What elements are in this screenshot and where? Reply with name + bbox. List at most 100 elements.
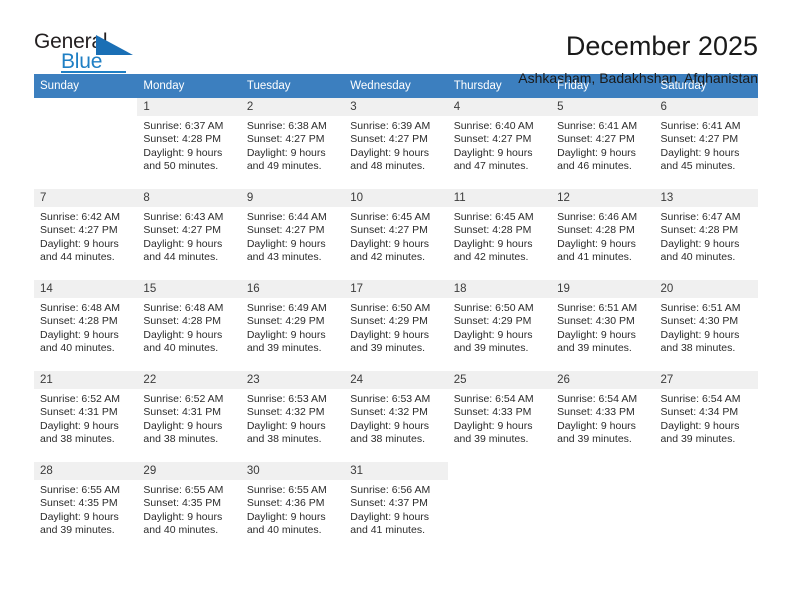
calendar-day-cell[interactable]: 30 Sunrise: 6:55 AM Sunset: 4:36 PM Dayligh… bbox=[240, 461, 345, 553]
day-sunrise-text: Sunrise: 6:48 AM bbox=[40, 302, 120, 314]
calendar-day-cell[interactable]: 19 Sunrise: 6:51 AM Sunset: 4:30 PM Dayligh… bbox=[551, 279, 655, 371]
calendar-day-cell[interactable]: 22 Sunrise: 6:52 AM Sunset: 4:31 PM Dayligh… bbox=[137, 370, 241, 462]
calendar-day-cell[interactable]: 9 Sunrise: 6:44 AM Sunset: 4:27 PM Daylight… bbox=[240, 188, 345, 280]
day-number: 9 bbox=[240, 189, 345, 207]
calendar-page: General Blue December 2025 Ashkasham, Ba… bbox=[0, 0, 792, 612]
day-daylight1-text: Daylight: 9 hours bbox=[350, 237, 430, 250]
calendar-day-cell[interactable]: 31 Sunrise: 6:56 AM Sunset: 4:37 PM Dayligh… bbox=[344, 461, 448, 553]
day-info: Sunrise: 6:51 AM Sunset: 4:30 PM Daylight:… bbox=[655, 298, 758, 356]
day-info: Sunrise: 6:52 AM Sunset: 4:31 PM Daylight:… bbox=[137, 389, 240, 447]
day-daylight1-text: Daylight: 9 hours bbox=[557, 237, 636, 250]
weekday-header-sunday: Sunday bbox=[34, 74, 138, 98]
day-number: 10 bbox=[344, 189, 448, 207]
calendar-day-cell[interactable]: 6 Sunrise: 6:41 AM Sunset: 4:27 PM Daylight… bbox=[654, 98, 758, 189]
calendar-day-cell[interactable]: 1 Sunrise: 6:37 AM Sunset: 4:28 PM Daylight… bbox=[137, 98, 241, 189]
day-daylight2-text: and 43 minutes. bbox=[246, 251, 322, 264]
day-daylight2-text: and 40 minutes. bbox=[143, 524, 219, 537]
day-daylight2-text: and 41 minutes. bbox=[557, 251, 632, 264]
calendar-day-cell[interactable]: 14 Sunrise: 6:48 AM Sunset: 4:28 PM Dayligh… bbox=[34, 279, 138, 371]
day-cell-inner: 27 Sunrise: 6:54 AM Sunset: 4:34 PM Dayligh… bbox=[654, 371, 758, 461]
day-sunset-text: Sunset: 4:33 PM bbox=[557, 406, 635, 419]
calendar-day-cell[interactable]: 29 Sunrise: 6:55 AM Sunset: 4:35 PM Dayligh… bbox=[137, 461, 241, 553]
day-cell-inner: 23 Sunrise: 6:53 AM Sunset: 4:32 PM Dayligh… bbox=[240, 371, 345, 461]
day-info: Sunrise: 6:50 AM Sunset: 4:29 PM Daylight:… bbox=[448, 298, 551, 356]
day-daylight2-text: and 42 minutes. bbox=[350, 251, 425, 264]
calendar-day-cell[interactable]: 15 Sunrise: 6:48 AM Sunset: 4:28 PM Dayligh… bbox=[137, 279, 241, 371]
calendar-day-cell[interactable]: 8 Sunrise: 6:43 AM Sunset: 4:27 PM Daylight… bbox=[137, 188, 241, 280]
day-info: Sunrise: 6:56 AM Sunset: 4:37 PM Daylight:… bbox=[344, 480, 447, 538]
day-sunset-text: Sunset: 4:28 PM bbox=[143, 133, 222, 146]
calendar-day-cell[interactable]: 24 Sunrise: 6:53 AM Sunset: 4:32 PM Dayligh… bbox=[344, 370, 448, 462]
day-sunset-text: Sunset: 4:35 PM bbox=[143, 497, 222, 510]
day-info: Sunrise: 6:54 AM Sunset: 4:33 PM Daylight:… bbox=[448, 389, 551, 447]
day-daylight2-text: and 39 minutes. bbox=[40, 524, 115, 537]
day-sunset-text: Sunset: 4:29 PM bbox=[350, 315, 428, 328]
day-number: 28 bbox=[34, 462, 138, 480]
day-number: 17 bbox=[344, 280, 448, 298]
calendar-day-cell[interactable]: 5 Sunrise: 6:41 AM Sunset: 4:27 PM Daylight… bbox=[551, 98, 655, 189]
day-sunset-text: Sunset: 4:27 PM bbox=[246, 224, 325, 237]
calendar-day-cell[interactable]: 21 Sunrise: 6:52 AM Sunset: 4:31 PM Dayligh… bbox=[34, 370, 138, 462]
calendar-day-cell[interactable]: 3 Sunrise: 6:39 AM Sunset: 4:27 PM Daylight… bbox=[344, 98, 448, 189]
calendar-day-cell[interactable]: 17 Sunrise: 6:50 AM Sunset: 4:29 PM Dayligh… bbox=[344, 279, 448, 371]
day-cell-inner: 30 Sunrise: 6:55 AM Sunset: 4:36 PM Dayligh… bbox=[240, 462, 345, 552]
calendar-day-cell[interactable]: 11 Sunrise: 6:45 AM Sunset: 4:28 PM Dayligh… bbox=[447, 188, 552, 280]
calendar-day-cell[interactable]: 26 Sunrise: 6:54 AM Sunset: 4:33 PM Dayligh… bbox=[551, 370, 655, 462]
day-sunrise-text: Sunrise: 6:52 AM bbox=[40, 393, 120, 405]
calendar-day-cell[interactable]: 16 Sunrise: 6:49 AM Sunset: 4:29 PM Dayligh… bbox=[240, 279, 345, 371]
day-cell-inner: 29 Sunrise: 6:55 AM Sunset: 4:35 PM Dayligh… bbox=[137, 462, 241, 552]
day-info: Sunrise: 6:54 AM Sunset: 4:33 PM Daylight:… bbox=[551, 389, 654, 447]
day-sunrise-text: Sunrise: 6:46 AM bbox=[557, 211, 638, 223]
day-sunset-text: Sunset: 4:35 PM bbox=[40, 497, 118, 510]
day-daylight2-text: and 44 minutes. bbox=[143, 251, 219, 264]
calendar-day-cell-empty bbox=[34, 98, 138, 189]
day-daylight1-text: Daylight: 9 hours bbox=[453, 146, 533, 159]
calendar-day-cell[interactable]: 27 Sunrise: 6:54 AM Sunset: 4:34 PM Dayligh… bbox=[654, 370, 758, 462]
day-daylight2-text: and 39 minutes. bbox=[557, 342, 632, 355]
day-info: Sunrise: 6:46 AM Sunset: 4:28 PM Daylight:… bbox=[551, 207, 654, 265]
day-daylight1-text: Daylight: 9 hours bbox=[350, 419, 430, 432]
day-cell-inner: 31 Sunrise: 6:56 AM Sunset: 4:37 PM Dayligh… bbox=[344, 462, 448, 552]
day-daylight1-text: Daylight: 9 hours bbox=[660, 419, 740, 432]
day-info: Sunrise: 6:43 AM Sunset: 4:27 PM Daylight:… bbox=[137, 207, 240, 265]
day-daylight1-text: Daylight: 9 hours bbox=[660, 237, 740, 250]
calendar-day-cell[interactable]: 2 Sunrise: 6:38 AM Sunset: 4:27 PM Daylight… bbox=[240, 98, 345, 189]
calendar-day-cell[interactable]: 4 Sunrise: 6:40 AM Sunset: 4:27 PM Daylight… bbox=[447, 98, 552, 189]
day-sunset-text: Sunset: 4:29 PM bbox=[246, 315, 325, 328]
calendar-day-cell[interactable]: 13 Sunrise: 6:47 AM Sunset: 4:28 PM Dayligh… bbox=[654, 188, 758, 280]
day-daylight1-text: Daylight: 9 hours bbox=[453, 419, 533, 432]
page-subtitle: Ashkasham, Badakhshan, Afghanistan bbox=[518, 70, 758, 86]
calendar-week-row: 21 Sunrise: 6:52 AM Sunset: 4:31 PM Dayligh… bbox=[34, 370, 758, 462]
day-cell-inner: 2 Sunrise: 6:38 AM Sunset: 4:27 PM Daylight… bbox=[240, 98, 345, 188]
day-sunset-text: Sunset: 4:28 PM bbox=[143, 315, 222, 328]
day-number: 30 bbox=[240, 462, 345, 480]
day-number: 6 bbox=[654, 98, 758, 116]
day-number: 26 bbox=[551, 371, 655, 389]
day-cell-inner: 28 Sunrise: 6:55 AM Sunset: 4:35 PM Dayligh… bbox=[34, 462, 138, 552]
day-sunset-text: Sunset: 4:27 PM bbox=[143, 224, 222, 237]
day-daylight1-text: Daylight: 9 hours bbox=[246, 419, 326, 432]
calendar-day-cell[interactable]: 12 Sunrise: 6:46 AM Sunset: 4:28 PM Dayligh… bbox=[551, 188, 655, 280]
calendar-day-cell[interactable]: 23 Sunrise: 6:53 AM Sunset: 4:32 PM Dayligh… bbox=[240, 370, 345, 462]
day-daylight2-text: and 40 minutes. bbox=[246, 524, 322, 537]
day-sunrise-text: Sunrise: 6:54 AM bbox=[660, 393, 741, 405]
calendar-day-cell[interactable]: 20 Sunrise: 6:51 AM Sunset: 4:30 PM Dayligh… bbox=[654, 279, 758, 371]
day-number: 27 bbox=[654, 371, 758, 389]
day-daylight1-text: Daylight: 9 hours bbox=[143, 146, 223, 159]
calendar-day-cell[interactable]: 25 Sunrise: 6:54 AM Sunset: 4:33 PM Dayligh… bbox=[447, 370, 552, 462]
calendar-day-cell[interactable]: 18 Sunrise: 6:50 AM Sunset: 4:29 PM Dayligh… bbox=[447, 279, 552, 371]
day-sunset-text: Sunset: 4:27 PM bbox=[453, 133, 532, 146]
weekday-header-wednesday: Wednesday bbox=[344, 74, 448, 98]
day-sunset-text: Sunset: 4:28 PM bbox=[660, 224, 739, 237]
day-sunset-text: Sunset: 4:28 PM bbox=[40, 315, 118, 328]
calendar-day-cell[interactable]: 10 Sunrise: 6:45 AM Sunset: 4:27 PM Dayligh… bbox=[344, 188, 448, 280]
day-info: Sunrise: 6:50 AM Sunset: 4:29 PM Daylight:… bbox=[344, 298, 447, 356]
day-daylight1-text: Daylight: 9 hours bbox=[40, 237, 119, 250]
day-sunrise-text: Sunrise: 6:50 AM bbox=[350, 302, 431, 314]
calendar-day-cell[interactable]: 28 Sunrise: 6:55 AM Sunset: 4:35 PM Dayligh… bbox=[34, 461, 138, 553]
calendar-week-row: 28 Sunrise: 6:55 AM Sunset: 4:35 PM Dayligh… bbox=[34, 461, 758, 553]
calendar-day-cell[interactable]: 7 Sunrise: 6:42 AM Sunset: 4:27 PM Daylight… bbox=[34, 188, 138, 280]
day-daylight2-text: and 39 minutes. bbox=[350, 342, 425, 355]
day-cell-inner: 11 Sunrise: 6:45 AM Sunset: 4:28 PM Dayligh… bbox=[447, 189, 552, 279]
general-blue-logo[interactable]: General Blue bbox=[34, 30, 154, 76]
